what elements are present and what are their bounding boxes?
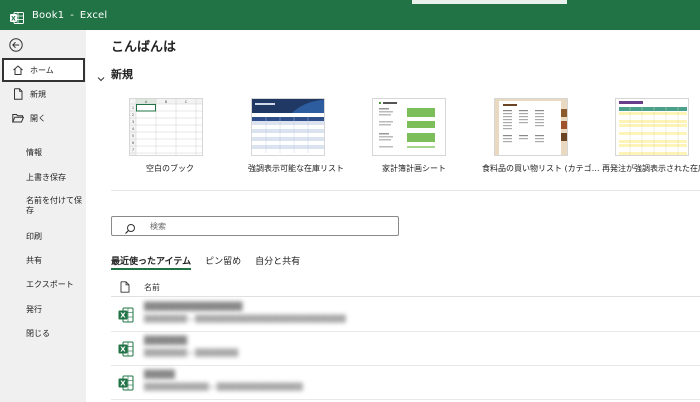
grid-row-header: 3 [132, 120, 134, 124]
title-bar-strip [412, 0, 567, 4]
document-title: Book1 [32, 9, 65, 21]
sidebar-item-open[interactable]: 開く [0, 107, 86, 129]
home-icon [12, 64, 24, 76]
search-input[interactable] [150, 221, 370, 231]
file-path: ████████ ▸ ████████████████████████████ [144, 315, 346, 323]
open-folder-icon [12, 112, 25, 124]
file-path: ████████ ▸ ████████ [144, 349, 239, 357]
grid-row-header: 1 [132, 106, 134, 110]
list-item[interactable]: X █████ ████████████ ▸ ████████████████ [111, 366, 700, 400]
sidebar-item-info[interactable]: 情報 [26, 148, 82, 158]
sidebar-item-export[interactable]: エクスポート [26, 280, 82, 290]
file-path: ████████████ ▸ ████████████████ [144, 383, 303, 391]
file-list-tabs: 最近使ったアイテム ピン留め 自分と共有 [111, 254, 314, 270]
blank-workbook-thumbnail: A B C 1 2 3 4 5 6 7 [130, 99, 202, 155]
tab-pinned[interactable]: ピン留め [205, 254, 241, 270]
sidebar-item-label: 新規 [30, 89, 46, 99]
search-icon [124, 220, 136, 234]
grid-row-header: 2 [132, 113, 134, 117]
chevron-down-icon[interactable] [96, 69, 106, 82]
household-budget-thumbnail [373, 99, 445, 155]
svg-text:X: X [120, 346, 126, 354]
section-divider [111, 190, 700, 191]
svg-text:X: X [120, 380, 126, 388]
grid-row-header: 5 [132, 134, 134, 138]
excel-file-icon: X [118, 341, 134, 357]
sidebar-item-label: 開く [30, 113, 46, 123]
sidebar-item-publish[interactable]: 発行 [26, 305, 82, 315]
tab-recent[interactable]: 最近使ったアイテム [111, 254, 192, 270]
file-name: ████████████████ [144, 302, 243, 311]
sidebar-item-save[interactable]: 上書き保存 [26, 173, 82, 183]
template-blank-workbook[interactable]: A B C 1 2 3 4 5 6 7 [129, 98, 203, 156]
template-grocery-list[interactable] [494, 98, 568, 156]
backstage-sidebar: ホーム 新規 開く 情報 上書き保存 名前を付けて保存 印刷 共有 エクスポート… [0, 30, 86, 402]
grid-row-header: 7 [132, 148, 134, 152]
excel-logo-icon: X [10, 9, 24, 24]
greeting-heading: こんばんは [111, 40, 177, 55]
app-name: Excel [79, 9, 108, 21]
template-label: 強調表示可能な在庫リスト [248, 164, 344, 173]
sidebar-item-save-as[interactable]: 名前を付けて保存 [26, 196, 82, 216]
back-arrow-icon[interactable] [9, 37, 23, 52]
excel-file-icon: X [118, 375, 134, 391]
new-document-icon [12, 88, 24, 100]
new-section-title: 新規 [111, 68, 133, 81]
title-separator: - [70, 9, 74, 21]
document-type-icon [120, 281, 130, 293]
svg-text:X: X [11, 16, 16, 23]
list-item[interactable]: X ████████████████ ████████ ▸ ██████████… [111, 298, 700, 332]
search-box[interactable] [111, 216, 399, 236]
main-panel: こんばんは 新規 A B C 1 2 3 4 5 6 7 空白のブック 強調表示… [86, 30, 700, 402]
excel-file-icon: X [118, 307, 134, 323]
tab-shared-with-me[interactable]: 自分と共有 [255, 254, 300, 270]
inventory-list-thumbnail [252, 99, 324, 155]
list-item[interactable]: X ███████ ████████ ▸ ████████ [111, 332, 700, 366]
template-label: 食料品の買い物リスト (カテゴ… [482, 164, 600, 173]
template-household-budget[interactable] [372, 98, 446, 156]
sidebar-item-close[interactable]: 閉じる [26, 329, 82, 339]
template-label: 空白のブック [146, 164, 194, 173]
svg-text:X: X [120, 312, 126, 320]
sidebar-item-label: ホーム [30, 65, 54, 75]
column-header-name[interactable]: 名前 [144, 282, 160, 293]
list-header-divider [111, 296, 700, 297]
template-label: 家計簿計画シート [382, 164, 446, 173]
template-label: 再発注が強調表示された在庫… [602, 164, 700, 173]
reorder-inventory-thumbnail [616, 99, 688, 155]
sidebar-item-new[interactable]: 新規 [0, 83, 86, 105]
grocery-list-thumbnail [495, 99, 567, 155]
sidebar-item-share[interactable]: 共有 [26, 256, 82, 266]
sidebar-item-print[interactable]: 印刷 [26, 232, 82, 242]
template-reorder-inventory[interactable] [615, 98, 689, 156]
file-name: ███████ [144, 336, 188, 345]
file-name: █████ [144, 370, 175, 379]
file-list-header: 名前 [111, 280, 700, 294]
sidebar-item-home[interactable]: ホーム [2, 58, 85, 82]
title-bar: X Book1 - Excel [0, 0, 700, 30]
template-inventory-list[interactable] [251, 98, 325, 156]
